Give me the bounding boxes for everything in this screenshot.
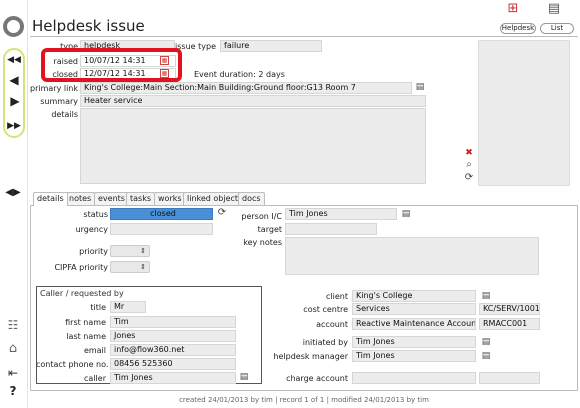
- new-helpdesk-icon[interactable]: ⊞: [505, 2, 521, 20]
- client-label: client: [326, 292, 348, 301]
- title-label: title: [90, 303, 106, 312]
- account-label: account: [316, 320, 348, 329]
- caller-label: caller: [84, 374, 106, 383]
- app-logo-ring[interactable]: [3, 16, 24, 37]
- toggle-sidebar-icon[interactable]: ◀▶: [2, 188, 24, 198]
- person-ic-label: person I/C: [241, 212, 282, 221]
- cost-centre-code[interactable]: KC/SERV/1001: [479, 303, 540, 315]
- first-record-icon[interactable]: ◀◀: [6, 55, 22, 65]
- cost-centre-label: cost centre: [303, 305, 348, 314]
- contact-phone-field[interactable]: 08456 525360: [110, 358, 236, 370]
- caller-field[interactable]: Tim Jones: [110, 372, 236, 384]
- record-footer: created 24/01/2013 by tim | record 1 of …: [179, 396, 429, 404]
- helpdesk-manager-field[interactable]: Tim Jones: [352, 350, 476, 362]
- primary-link-field[interactable]: King's College:Main Section:Main Buildin…: [80, 82, 412, 94]
- header-divider: [30, 36, 578, 37]
- target-label: target: [257, 225, 282, 234]
- initiated-by-field[interactable]: Tim Jones: [352, 336, 476, 348]
- last-name-label: last name: [66, 332, 106, 341]
- tab-linked-objects[interactable]: linked objects: [183, 192, 247, 205]
- urgency-label: urgency: [75, 225, 108, 234]
- list-picker-icon[interactable]: ▤: [480, 291, 492, 301]
- caller-box-legend: Caller / requested by: [40, 289, 124, 298]
- account-field[interactable]: Reactive Maintenance Account: [352, 318, 476, 330]
- summary-label: summary: [40, 97, 78, 106]
- contact-phone-label: contact phone no.: [36, 360, 109, 369]
- tab-docs[interactable]: docs: [238, 192, 265, 205]
- tab-events[interactable]: events: [94, 192, 129, 205]
- target-field[interactable]: [285, 223, 377, 235]
- list-button[interactable]: List: [540, 23, 574, 34]
- initiated-by-label: initiated by: [302, 338, 348, 347]
- tab-tasks[interactable]: tasks: [126, 192, 156, 205]
- summary-field[interactable]: Heater service: [80, 95, 426, 107]
- tab-works[interactable]: works: [154, 192, 186, 205]
- logout-icon[interactable]: ⇤: [5, 367, 21, 379]
- cost-centre-field[interactable]: Services: [352, 303, 476, 315]
- next-record-icon[interactable]: ▶: [7, 95, 23, 107]
- cipfa-priority-label: CIPFA priority: [54, 263, 108, 272]
- status-field[interactable]: closed: [110, 208, 213, 220]
- last-name-field[interactable]: Jones: [110, 330, 236, 342]
- helpdesk-manager-label: helpdesk manager: [273, 352, 348, 361]
- refresh-icon[interactable]: ⟳: [216, 208, 228, 218]
- page-title: Helpdesk issue: [32, 17, 145, 35]
- details-textarea[interactable]: [80, 108, 426, 184]
- list-picker-icon[interactable]: ▤: [400, 209, 412, 219]
- primary-link-label: primary link: [30, 84, 78, 93]
- key-notes-label: key notes: [243, 238, 282, 247]
- list-picker-icon[interactable]: ▤: [480, 337, 492, 347]
- filter-list-icon[interactable]: ☷: [5, 319, 21, 331]
- list-picker-icon[interactable]: ▤: [414, 82, 426, 92]
- cipfa-priority-select[interactable]: ⇕: [110, 261, 150, 273]
- urgency-field[interactable]: [110, 223, 213, 235]
- list-picker-icon[interactable]: ▤: [480, 351, 492, 361]
- account-code[interactable]: RMACC001: [479, 318, 540, 330]
- event-duration: Event duration: 2 days: [194, 70, 285, 79]
- issue-type-field[interactable]: failure: [220, 40, 322, 52]
- charge-account-label: charge account: [286, 374, 348, 383]
- dates-highlight-box: [41, 48, 182, 82]
- list-picker-icon[interactable]: ▤: [238, 372, 250, 382]
- stepper-icon: ⇕: [140, 247, 146, 255]
- last-record-icon[interactable]: ▶▶: [6, 121, 22, 131]
- key-notes-field[interactable]: [285, 237, 539, 275]
- first-name-label: first name: [65, 318, 106, 327]
- title-field[interactable]: Mr: [110, 301, 146, 313]
- stepper-icon: ⇕: [140, 263, 146, 271]
- zoom-icon[interactable]: ⌕: [463, 160, 475, 170]
- status-label: status: [83, 210, 108, 219]
- list-icon[interactable]: ▤: [546, 2, 562, 20]
- previous-record-icon[interactable]: ◀: [6, 74, 22, 86]
- first-name-field[interactable]: Tim: [110, 316, 236, 328]
- person-ic-field[interactable]: Tim Jones: [285, 208, 397, 220]
- email-field[interactable]: info@flow360.net: [110, 344, 236, 356]
- email-label: email: [83, 346, 106, 355]
- help-icon[interactable]: ?: [5, 385, 21, 397]
- priority-select[interactable]: ⇕: [110, 245, 150, 257]
- charge-account-code[interactable]: [479, 372, 540, 384]
- client-field[interactable]: King's College: [352, 290, 476, 302]
- refresh-icon[interactable]: ⟳: [463, 173, 475, 183]
- helpdesk-button[interactable]: Helpdesk: [500, 23, 536, 34]
- delete-icon[interactable]: ✖: [463, 148, 475, 158]
- tab-notes[interactable]: notes: [65, 192, 96, 205]
- charge-account-field[interactable]: [352, 372, 476, 384]
- home-icon[interactable]: ⌂: [5, 342, 21, 355]
- tab-details[interactable]: details: [33, 192, 68, 206]
- priority-label: priority: [79, 247, 108, 256]
- details-label: details: [51, 110, 78, 119]
- image-panel: [478, 40, 570, 186]
